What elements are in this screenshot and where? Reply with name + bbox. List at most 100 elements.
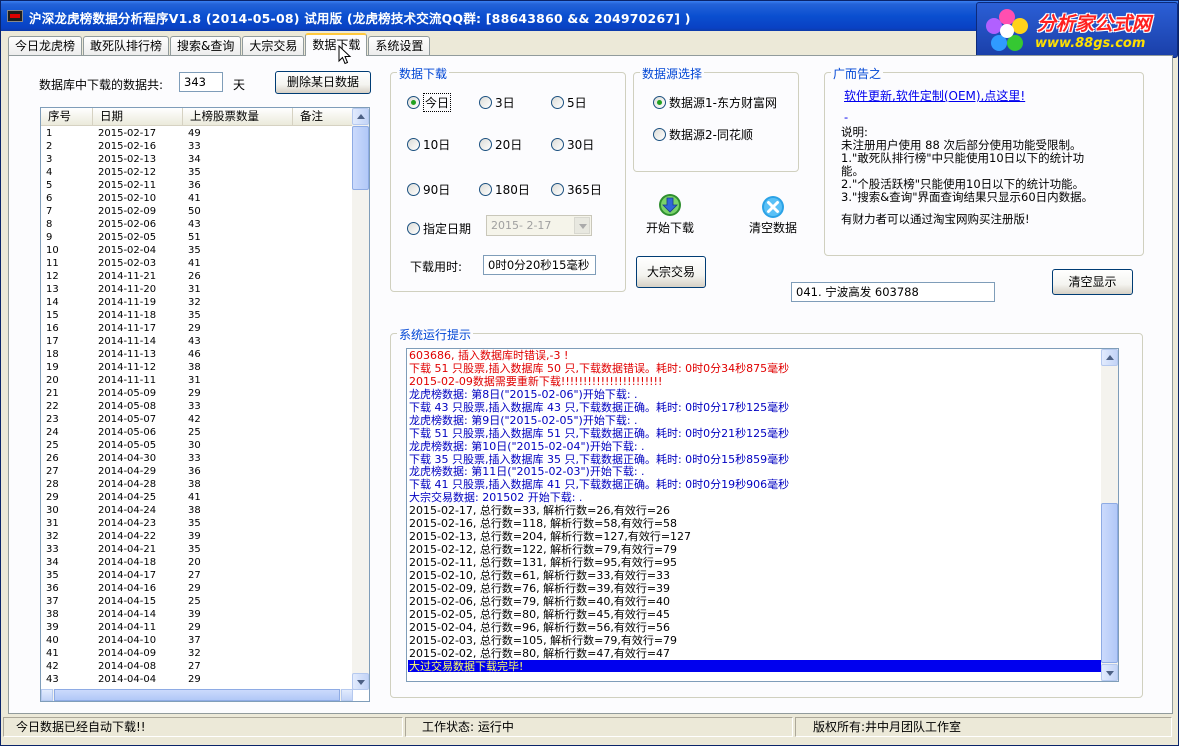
table-row[interactable]: 39 2014-04-11 29 <box>41 621 353 634</box>
header-stock-count[interactable]: 上榜股票数量 <box>183 108 293 125</box>
table-row[interactable]: 23 2014-05-07 42 <box>41 413 353 426</box>
table-row[interactable]: 33 2014-04-21 35 <box>41 543 353 556</box>
radio-90-days[interactable]: 90日 <box>407 181 450 197</box>
table-row[interactable]: 12 2014-11-21 26 <box>41 270 353 283</box>
table-row[interactable]: 5 2015-02-11 36 <box>41 179 353 192</box>
table-row[interactable]: 14 2014-11-19 32 <box>41 296 353 309</box>
table-row[interactable]: 24 2014-05-06 25 <box>41 426 353 439</box>
cell-stock-count: 35 <box>188 310 201 321</box>
table-row[interactable]: 1 2015-02-17 49 <box>41 127 353 140</box>
start-download-button[interactable]: 开始下载 <box>644 193 696 236</box>
radio-365-days[interactable]: 365日 <box>551 181 602 197</box>
tab-bulk-trade[interactable]: 大宗交易 <box>242 36 305 56</box>
table-row[interactable]: 38 2014-04-14 39 <box>41 608 353 621</box>
table-row[interactable]: 37 2014-04-15 25 <box>41 595 353 608</box>
scroll-right-button[interactable] <box>341 689 353 701</box>
table-row[interactable]: 43 2014-04-04 29 <box>41 673 353 686</box>
tab-dare-to-die-ranking[interactable]: 敢死队排行榜 <box>83 36 170 56</box>
radio-30-days[interactable]: 30日 <box>551 136 594 152</box>
dropdown-arrow-icon[interactable] <box>574 217 590 234</box>
table-row[interactable]: 21 2014-05-09 29 <box>41 387 353 400</box>
radio-10-days-label: 10日 <box>423 137 451 152</box>
table-row[interactable]: 20 2014-11-11 31 <box>41 374 353 387</box>
table-row[interactable]: 7 2015-02-09 50 <box>41 205 353 218</box>
db-count-unit: 天 <box>233 78 246 92</box>
tab-system-settings[interactable]: 系统设置 <box>368 36 431 56</box>
scroll-thumb[interactable] <box>352 126 369 190</box>
table-row[interactable]: 13 2014-11-20 31 <box>41 283 353 296</box>
scroll-down-button[interactable] <box>352 673 369 690</box>
bulk-trade-button[interactable]: 大宗交易 <box>636 256 706 288</box>
specified-date-value: 2015- 2-17 <box>491 219 552 232</box>
log-scroll-up-button[interactable] <box>1101 349 1118 366</box>
table-row[interactable]: 17 2014-11-14 43 <box>41 335 353 348</box>
table-row[interactable]: 27 2014-04-29 36 <box>41 465 353 478</box>
app-icon[interactable] <box>7 10 23 22</box>
cell-index: 22 <box>46 401 59 412</box>
table-row[interactable]: 22 2014-05-08 33 <box>41 400 353 413</box>
radio-specified-date[interactable]: 指定日期 <box>407 220 471 236</box>
table-row[interactable]: 6 2015-02-10 41 <box>41 192 353 205</box>
software-update-link[interactable]: 软件更新,软件定制(OEM),点这里! <box>844 87 1025 104</box>
table-row[interactable]: 25 2014-05-05 30 <box>41 439 353 452</box>
table-row[interactable]: 9 2015-02-05 51 <box>41 231 353 244</box>
delete-day-button[interactable]: 删除某日数据 <box>275 71 371 94</box>
table-row[interactable]: 4 2015-02-12 35 <box>41 166 353 179</box>
log-vertical-scrollbar[interactable] <box>1101 349 1118 681</box>
table-row[interactable]: 18 2014-11-13 46 <box>41 348 353 361</box>
log-scroll-thumb[interactable] <box>1101 503 1118 663</box>
table-row[interactable]: 34 2014-04-18 20 <box>41 556 353 569</box>
radio-source-tonghuashun[interactable]: 数据源2-同花顺 <box>653 126 753 142</box>
header-index[interactable]: 序号 <box>41 108 93 125</box>
table-row[interactable]: 3 2015-02-13 34 <box>41 153 353 166</box>
radio-10-days[interactable]: 10日 <box>407 136 450 152</box>
scroll-left-button[interactable] <box>41 689 53 701</box>
specified-date-picker[interactable]: 2015- 2-17 <box>486 215 592 236</box>
table-row[interactable]: 31 2014-04-23 35 <box>41 517 353 530</box>
table-row[interactable]: 8 2015-02-06 43 <box>41 218 353 231</box>
cell-remark <box>293 660 353 673</box>
table-row[interactable]: 29 2014-04-25 41 <box>41 491 353 504</box>
cell-index: 16 <box>46 323 59 334</box>
notice-line-1: 说明: <box>841 125 868 139</box>
radio-dot <box>551 182 564 196</box>
elapsed-field[interactable]: 0时0分20秒15毫秒 <box>483 255 596 275</box>
table-row[interactable]: 36 2014-04-16 29 <box>41 582 353 595</box>
clear-display-button[interactable]: 清空显示 <box>1052 269 1133 295</box>
table-row[interactable]: 35 2014-04-17 27 <box>41 569 353 582</box>
table-vertical-scrollbar[interactable] <box>352 108 369 690</box>
table-row[interactable]: 11 2015-02-03 41 <box>41 257 353 270</box>
scroll-up-button[interactable] <box>352 108 369 125</box>
system-log[interactable]: 603686, 插入数据库时错误,-3 ! 下载 51 只股票,插入数据库 50 … <box>406 348 1119 682</box>
radio-today[interactable]: 今日 <box>407 92 452 112</box>
table-row[interactable]: 42 2014-04-08 27 <box>41 660 353 673</box>
radio-source-eastmoney[interactable]: 数据源1-东方财富网 <box>653 94 777 110</box>
tab-data-download[interactable]: 数据下载 <box>305 33 368 56</box>
log-scroll-down-button[interactable] <box>1101 664 1118 681</box>
db-count-field[interactable]: 343 <box>179 72 223 92</box>
clear-data-button[interactable]: 清空数据 <box>747 195 799 236</box>
header-remark[interactable]: 备注 <box>293 108 353 125</box>
header-date[interactable]: 日期 <box>93 108 183 125</box>
tab-search-query[interactable]: 搜索&查询 <box>170 36 242 56</box>
radio-5-days[interactable]: 5日 <box>551 94 587 110</box>
table-row[interactable]: 15 2014-11-18 35 <box>41 309 353 322</box>
table-row[interactable]: 28 2014-04-28 38 <box>41 478 353 491</box>
cell-date: 2014-04-04 <box>98 674 157 685</box>
table-row[interactable]: 41 2014-04-09 32 <box>41 647 353 660</box>
table-row[interactable]: 2 2015-02-16 33 <box>41 140 353 153</box>
radio-3-days[interactable]: 3日 <box>479 94 515 110</box>
stock-status-field[interactable]: 041. 宁波高发 603788 <box>791 282 995 302</box>
radio-180-days[interactable]: 180日 <box>479 181 530 197</box>
table-row[interactable]: 32 2014-04-22 39 <box>41 530 353 543</box>
table-row[interactable]: 40 2014-04-10 37 <box>41 634 353 647</box>
horizontal-scroll-thumb[interactable] <box>54 689 340 701</box>
tab-today-dragon-tiger[interactable]: 今日龙虎榜 <box>8 36 83 56</box>
table-row[interactable]: 30 2014-04-24 38 <box>41 504 353 517</box>
table-row[interactable]: 10 2015-02-04 35 <box>41 244 353 257</box>
table-row[interactable]: 26 2014-04-30 33 <box>41 452 353 465</box>
table-row[interactable]: 19 2014-11-12 38 <box>41 361 353 374</box>
radio-20-days[interactable]: 20日 <box>479 136 522 152</box>
table-horizontal-scrollbar[interactable] <box>41 689 353 701</box>
table-row[interactable]: 16 2014-11-17 29 <box>41 322 353 335</box>
